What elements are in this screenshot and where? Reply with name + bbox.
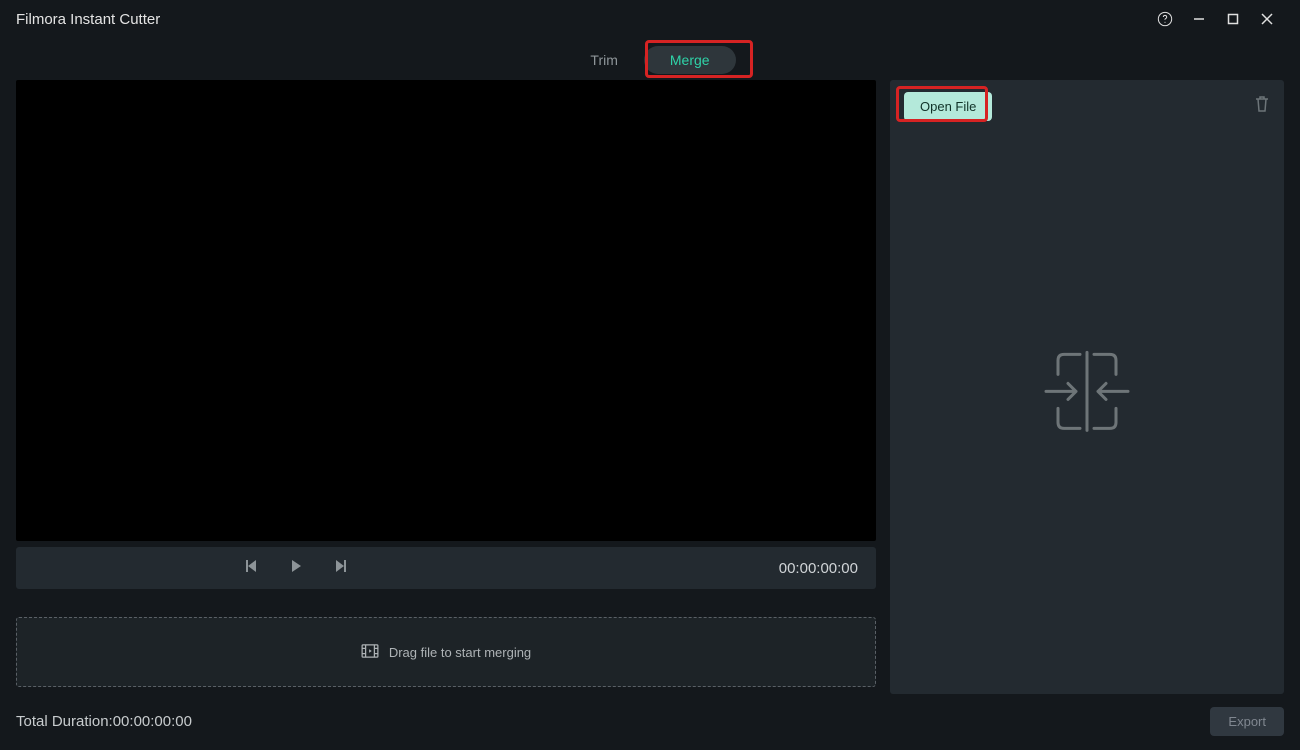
drop-zone[interactable]: Drag file to start merging bbox=[16, 617, 876, 687]
drop-zone-hint: Drag file to start merging bbox=[389, 645, 531, 660]
film-icon bbox=[361, 644, 379, 661]
total-duration-value: 00:00:00:00 bbox=[113, 713, 192, 730]
trash-icon[interactable] bbox=[1254, 95, 1270, 118]
mode-tab-bar: Trim Merge bbox=[0, 38, 1300, 80]
main-content: 00:00:00:00 Drag file to start merging O… bbox=[0, 80, 1300, 694]
open-file-button[interactable]: Open File bbox=[904, 92, 992, 121]
file-list-panel: Open File bbox=[890, 80, 1284, 694]
title-bar: Filmora Instant Cutter bbox=[0, 0, 1300, 38]
minimize-button[interactable] bbox=[1182, 0, 1216, 38]
tab-trim[interactable]: Trim bbox=[564, 46, 643, 74]
total-duration-label: Total Duration: bbox=[16, 713, 113, 730]
merge-graphic-icon bbox=[1032, 336, 1142, 451]
export-button[interactable]: Export bbox=[1210, 707, 1284, 736]
status-bar: Total Duration: 00:00:00:00 Export bbox=[0, 702, 1300, 740]
timecode: 00:00:00:00 bbox=[779, 560, 858, 577]
transport-bar: 00:00:00:00 bbox=[16, 547, 876, 589]
app-title: Filmora Instant Cutter bbox=[16, 11, 160, 28]
step-back-button[interactable] bbox=[244, 558, 260, 579]
help-icon[interactable] bbox=[1148, 0, 1182, 38]
play-button[interactable] bbox=[288, 558, 304, 579]
tab-merge[interactable]: Merge bbox=[644, 46, 736, 74]
step-forward-button[interactable] bbox=[332, 558, 348, 579]
close-button[interactable] bbox=[1250, 0, 1284, 38]
maximize-button[interactable] bbox=[1216, 0, 1250, 38]
video-preview bbox=[16, 80, 876, 541]
